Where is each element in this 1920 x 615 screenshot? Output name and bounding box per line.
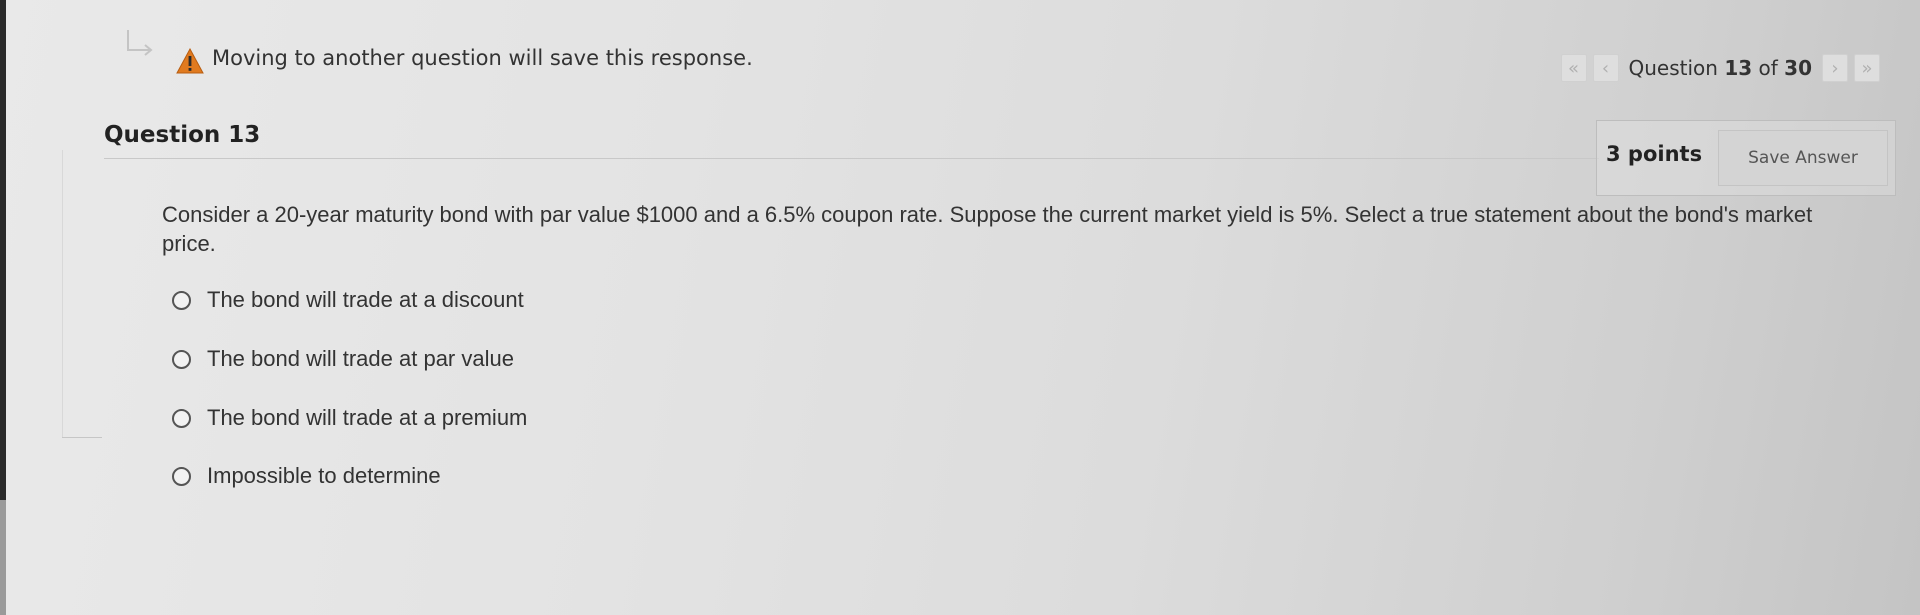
double-chevron-right-icon: »	[1861, 57, 1873, 79]
save-answer-button[interactable]: Save Answer	[1718, 130, 1888, 186]
radio-button[interactable]	[172, 349, 191, 369]
answer-option-2[interactable]: The bond will trade at par value	[172, 346, 514, 372]
previous-question-button[interactable]: ‹	[1592, 54, 1619, 82]
answer-option-label: The bond will trade at a premium	[207, 405, 528, 430]
total-question-count: 30	[1784, 56, 1812, 80]
question-container-border	[62, 150, 63, 437]
question-text: Consider a 20-year maturity bond with pa…	[162, 202, 1813, 256]
radio-button[interactable]	[172, 466, 191, 486]
question-position-of: of	[1758, 56, 1778, 80]
question-header-divider	[104, 158, 1599, 159]
answer-option-label: The bond will trade at a discount	[207, 287, 524, 312]
chevron-left-icon: ‹	[1601, 57, 1610, 79]
answer-option-1[interactable]: The bond will trade at a discount	[172, 287, 524, 313]
left-screen-edge-lower	[0, 500, 6, 615]
question-position-prefix: Question	[1628, 56, 1718, 80]
radio-button[interactable]	[172, 290, 191, 310]
question-title: Question 13	[104, 122, 261, 148]
current-question-number: 13	[1724, 56, 1753, 80]
return-arrow-icon	[127, 30, 153, 56]
question-points: 3 points	[1606, 142, 1703, 166]
next-question-button[interactable]: ›	[1822, 54, 1848, 82]
answer-option-label: The bond will trade at par value	[207, 346, 514, 371]
first-question-button[interactable]: «	[1560, 54, 1587, 82]
double-chevron-left-icon: «	[1567, 57, 1579, 79]
answer-option-3[interactable]: The bond will trade at a premium	[172, 405, 527, 431]
answer-option-label: Impossible to determine	[207, 463, 441, 488]
warning-icon	[176, 48, 204, 74]
answer-option-4[interactable]: Impossible to determine	[172, 463, 441, 489]
radio-button[interactable]	[172, 408, 191, 428]
question-container-border-bottom	[62, 437, 102, 438]
chevron-right-icon: ›	[1831, 57, 1839, 79]
save-warning-message: Moving to another question will save thi…	[212, 46, 753, 70]
question-navigation: « ‹ Question 13 of 30 › »	[1560, 54, 1880, 82]
last-question-button[interactable]: »	[1854, 54, 1880, 82]
left-screen-edge	[0, 0, 6, 500]
question-position: Question 13 of 30	[1625, 56, 1817, 80]
